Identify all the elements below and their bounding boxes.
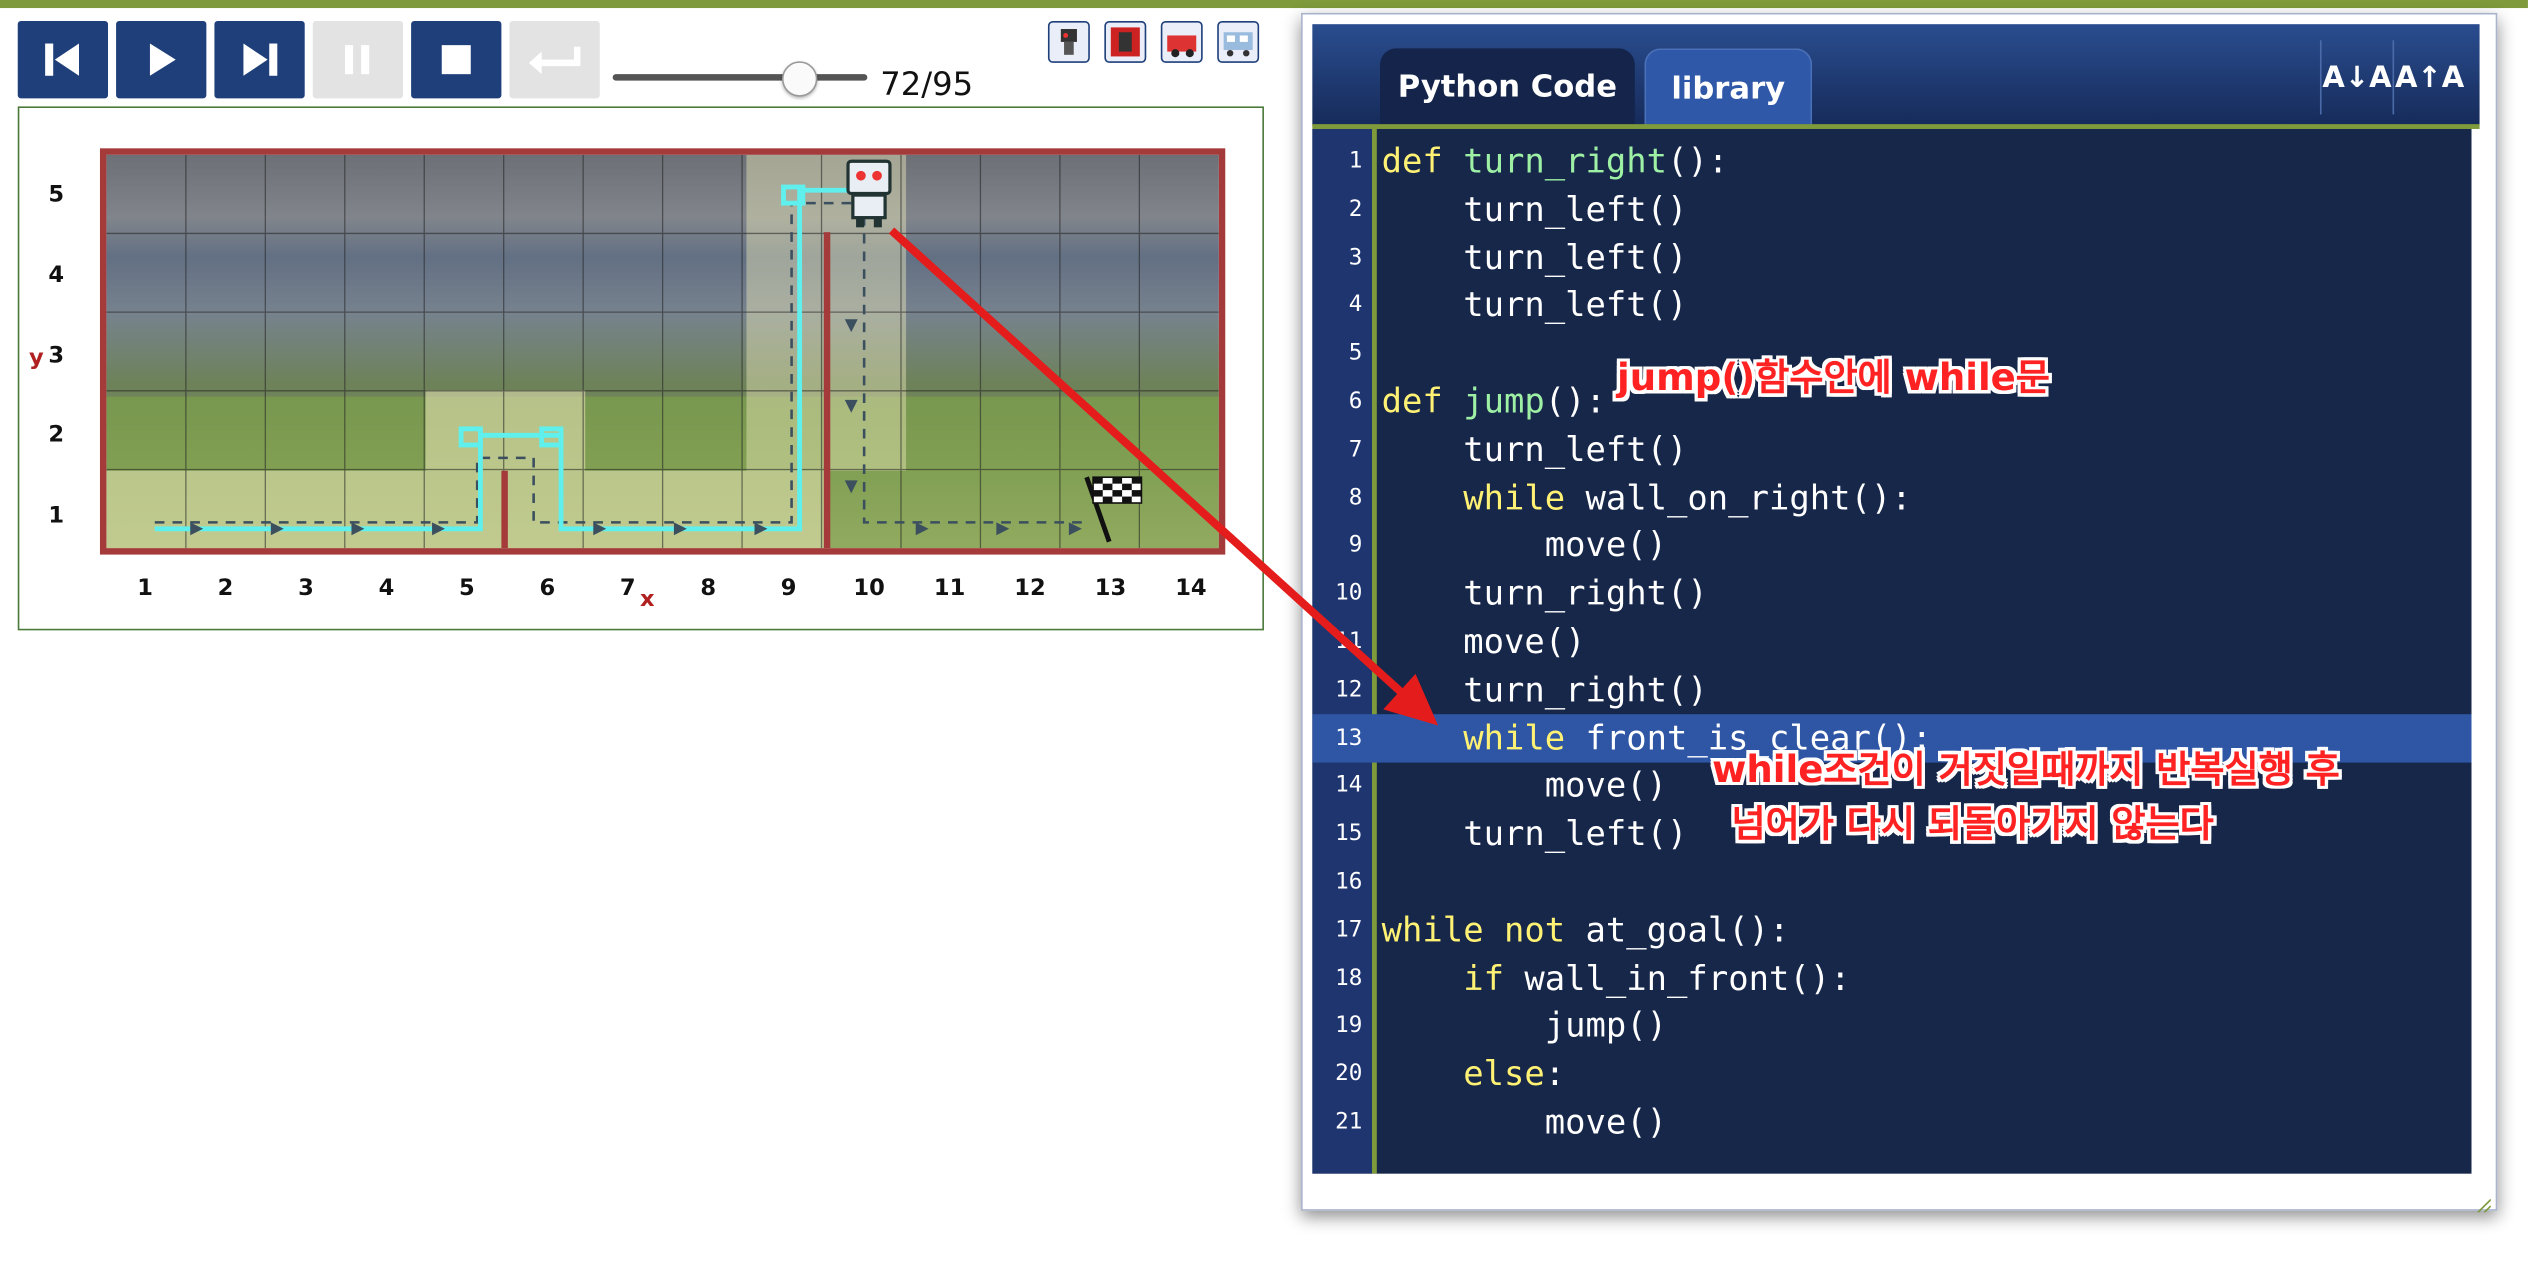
app-stage: 72/95 54321 y 1 2 3 4 5 6 7 8 9 10 11 12 13 14 x — [0, 0, 2528, 1270]
annotation-arrow — [888, 227, 1439, 726]
